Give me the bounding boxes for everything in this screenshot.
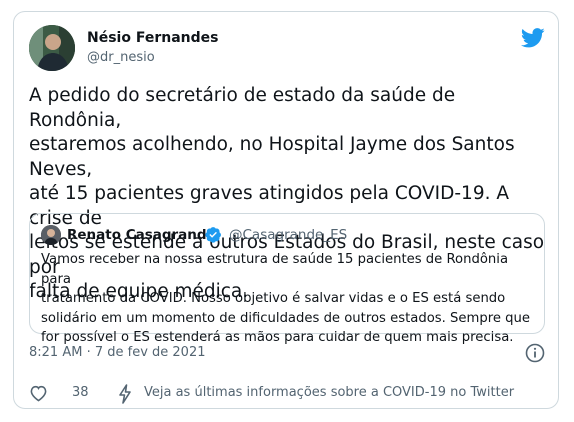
author-handle[interactable]: @dr_nesio bbox=[87, 50, 155, 65]
author-avatar[interactable] bbox=[29, 25, 75, 71]
verified-badge-icon bbox=[205, 227, 221, 243]
author-name[interactable]: Nésio Fernandes bbox=[87, 30, 218, 46]
quote-author-handle[interactable]: @Casagrande_ES bbox=[229, 227, 347, 243]
tweet-timestamp[interactable]: 8:21 AM · 7 de fev de 2021 bbox=[29, 345, 205, 360]
info-icon[interactable] bbox=[525, 343, 545, 363]
like-count[interactable]: 38 bbox=[72, 385, 89, 400]
covid-info-link[interactable]: Veja as últimas informações sobre a COVI… bbox=[144, 385, 514, 400]
heart-icon[interactable] bbox=[29, 384, 48, 402]
twitter-bird-icon[interactable] bbox=[521, 28, 545, 48]
tweet-card[interactable]: Nésio Fernandes @dr_nesio A pedido do se… bbox=[13, 11, 559, 409]
tweet-footer: 38 Veja as últimas informações sobre a C… bbox=[29, 382, 545, 406]
quoted-tweet[interactable]: Renato Casagrande @Casagrande_ES Vamos r… bbox=[29, 213, 545, 345]
lightning-bolt-icon bbox=[119, 384, 131, 404]
quote-author-avatar[interactable] bbox=[41, 225, 61, 245]
quote-author-name[interactable]: Renato Casagrande bbox=[67, 227, 216, 243]
quote-text: Vamos receber na nossa estrutura de saúd… bbox=[41, 252, 531, 345]
